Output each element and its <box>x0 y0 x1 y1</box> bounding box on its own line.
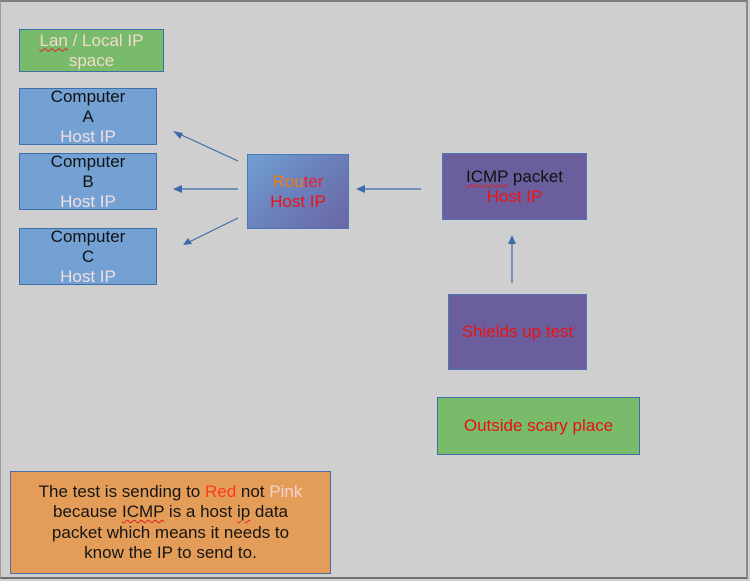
router-name-part2: ter <box>303 171 324 191</box>
icmp-host-ip: Host IP <box>486 186 543 206</box>
explanation-note-box[interactable]: The test is sending to Red not Pink beca… <box>10 471 331 574</box>
router-host-ip: Host IP <box>270 191 326 211</box>
outside-scary-place-label: Outside scary place <box>463 416 614 435</box>
router-name: Router <box>272 172 323 192</box>
computer-c-host-ip: Host IP <box>60 266 116 286</box>
shields-up-test-label: Shields up test <box>461 322 574 341</box>
computer-c-box[interactable]: Computer C Host IP <box>19 226 157 286</box>
outside-scary-place-box[interactable]: Outside scary place <box>437 397 640 455</box>
lan-label-line1: Lan / Local IP <box>40 31 144 51</box>
note-icmp-word: ICMP <box>121 502 165 521</box>
icmp-packet-box[interactable]: ICMP packet Host IP <box>442 153 587 220</box>
computer-a-host-ip: Host IP <box>60 126 116 146</box>
note-line-1: The test is sending to Red not Pink <box>39 482 303 503</box>
diagram-canvas: Lan / Local IP space Computer A Host IP … <box>0 0 748 579</box>
lan-word: Lan <box>39 30 68 50</box>
computer-c-letter: C <box>81 246 95 266</box>
note-text: not <box>236 481 270 501</box>
lan-label-line2: space <box>69 51 114 71</box>
router-box[interactable]: Router Host IP <box>247 154 349 229</box>
lan-local-ip-space-box[interactable]: Lan / Local IP space <box>19 29 164 72</box>
lan-label-space: space <box>68 50 115 70</box>
note-ip-word: ip <box>236 502 251 521</box>
note-line-3: packet which means it needs to <box>51 522 290 542</box>
computer-a-letter: A <box>82 106 94 126</box>
router-name-part1: Rou <box>272 171 304 191</box>
note-line-4: know the IP to send to. <box>84 543 257 562</box>
note-text: data <box>250 502 288 521</box>
icmp-packet-word: packet <box>508 166 563 186</box>
note-red-word: Red <box>204 481 237 501</box>
computer-c-name: Computer <box>50 226 126 246</box>
lan-label-rest: / Local IP <box>67 30 144 50</box>
note-text: The test is sending to <box>38 481 205 501</box>
note-text: because <box>52 502 122 521</box>
computer-b-letter: B <box>82 171 94 191</box>
computer-b-host-ip: Host IP <box>60 191 116 211</box>
note-line-2: because ICMP is a host ip data <box>53 502 288 523</box>
shields-up-test-box[interactable]: Shields up test <box>448 294 587 370</box>
note-pink-word: Pink <box>269 481 303 501</box>
computer-b-box[interactable]: Computer B Host IP <box>19 151 157 211</box>
computer-a-box[interactable]: Computer A Host IP <box>19 86 157 146</box>
icmp-packet-title: ICMP packet <box>466 167 563 187</box>
note-text: is a host <box>164 502 237 521</box>
computer-a-name: Computer <box>50 86 126 106</box>
computer-b-name: Computer <box>50 151 126 171</box>
icmp-word: ICMP <box>465 166 509 186</box>
